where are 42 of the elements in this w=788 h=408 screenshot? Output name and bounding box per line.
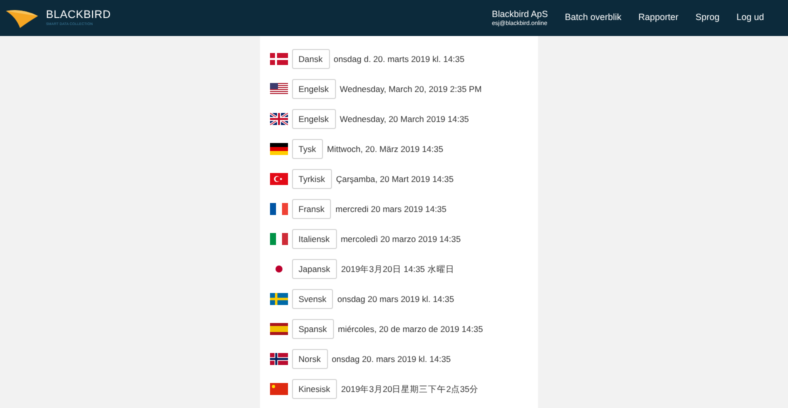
nav-link[interactable]: Log ud — [736, 11, 764, 25]
language-button[interactable]: Tysk — [292, 139, 323, 159]
flag-icon — [270, 203, 288, 215]
flag-icon — [270, 353, 288, 365]
date-format-sample: mercredi 20 mars 2019 14:35 — [335, 202, 447, 216]
flag-icon — [270, 293, 288, 305]
language-button[interactable]: Dansk — [292, 49, 330, 69]
flag-icon — [270, 113, 288, 125]
language-button[interactable]: Engelsk — [292, 109, 336, 129]
language-button[interactable]: Svensk — [292, 289, 334, 309]
flag-icon — [270, 53, 288, 65]
date-format-sample: miércoles, 20 de marzo de 2019 14:35 — [338, 322, 483, 336]
flag-icon — [270, 83, 288, 95]
flag-icon — [270, 143, 288, 155]
date-format-sample: Wednesday, 20 March 2019 14:35 — [340, 112, 469, 126]
date-format-sample: 2019年3月20日星期三下午2点35分 — [341, 382, 478, 396]
language-button[interactable]: Italiensk — [292, 229, 337, 249]
nav-link[interactable]: Sprog — [695, 11, 720, 25]
date-format-sample: onsdag 20 mars 2019 kl. 14:35 — [337, 292, 454, 306]
date-format-sample: onsdag d. 20. marts 2019 kl. 14:35 — [334, 52, 464, 66]
date-format-sample: Wednesday, March 20, 2019 2:35 PM — [340, 82, 482, 96]
nav-link[interactable]: Batch overblik — [564, 11, 622, 25]
nav-link[interactable]: Rapporter — [638, 11, 678, 25]
date-format-sample: mercoledì 20 marzo 2019 14:35 — [340, 232, 461, 246]
language-button[interactable]: Engelsk — [292, 79, 336, 99]
date-format-sample: Çarşamba, 20 Mart 2019 14:35 — [336, 172, 454, 186]
language-button[interactable]: Spansk — [292, 319, 334, 339]
account-name: Blackbird ApS — [492, 8, 548, 20]
language-button[interactable]: Kinesisk — [292, 379, 338, 399]
language-button[interactable]: Fransk — [292, 199, 332, 219]
language-button[interactable]: Japansk — [292, 259, 338, 279]
date-format-sample: onsdag 20. mars 2019 kl. 14:35 — [332, 352, 451, 366]
date-format-sample: Mittwoch, 20. März 2019 14:35 — [326, 142, 444, 156]
language-button[interactable]: Tyrkisk — [292, 169, 332, 189]
date-format-sample: 2019年3月20日 14:35 水曜日 — [341, 262, 454, 276]
language-button[interactable]: Norsk — [292, 349, 328, 369]
flag-icon — [270, 173, 288, 185]
flag-icon — [270, 383, 288, 395]
logo-icon — [6, 8, 38, 28]
flag-icon — [270, 233, 288, 245]
brand-name: BLACKBIRD — [46, 9, 111, 21]
flag-icon — [270, 323, 288, 335]
